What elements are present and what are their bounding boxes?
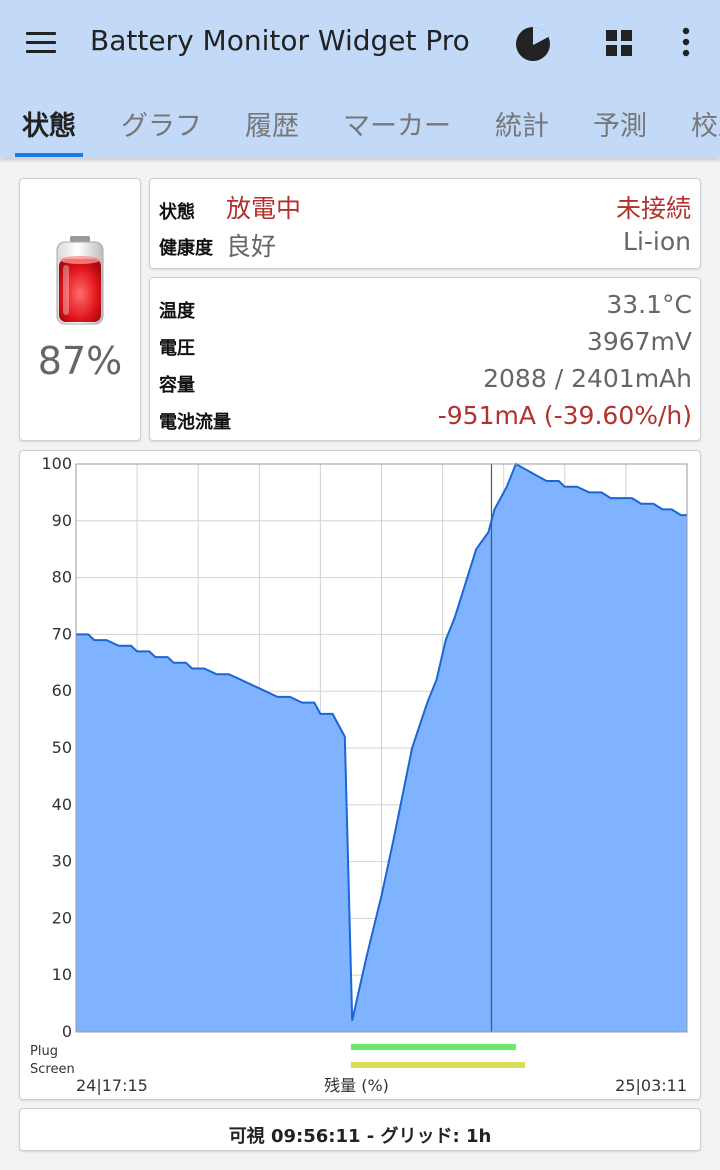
status-card[interactable]: 状態 放電中 未接続 健康度 良好 Li-ion [149, 178, 701, 269]
y-tick-label: 10 [52, 965, 72, 984]
tab-stats[interactable]: 統計 [495, 104, 549, 143]
more-vert-icon[interactable] [666, 22, 706, 62]
x-start-label: 24|17:15 [76, 1076, 148, 1095]
y-tick-label: 30 [52, 852, 72, 871]
grid-icon[interactable] [600, 22, 640, 62]
capacity-value: 2088 / 2401mAh [483, 364, 692, 393]
state-value: 放電中 [226, 194, 302, 223]
details-card[interactable]: 温度 33.1°C 電圧 3967mV 容量 2088 / 2401mAh 電池… [149, 277, 701, 441]
voltage-label: 電圧 [159, 338, 195, 359]
chart-card[interactable]: 100 90 80 70 60 50 40 30 20 10 0 Plug Screen 24|17:15… [19, 450, 701, 1100]
x-end-label: 25|03:11 [615, 1076, 687, 1095]
tab-markers[interactable]: マーカー [343, 104, 451, 143]
y-tick-label: 70 [52, 624, 72, 643]
battery-card[interactable]: 87% [19, 178, 141, 441]
plug-state-value: 未接続 [615, 194, 691, 223]
technology-value: Li-ion [623, 227, 691, 256]
temperature-label: 温度 [159, 301, 195, 322]
capacity-label: 容量 [159, 375, 195, 396]
y-tick-label: 40 [52, 795, 72, 814]
y-tick-label: 90 [52, 511, 72, 530]
tab-history[interactable]: 履歴 [245, 104, 299, 143]
plug-label: Plug [30, 1044, 58, 1059]
current-label: 電池流量 [159, 412, 231, 433]
screen-label: Screen [30, 1062, 75, 1077]
app-bar: Battery Monitor Widget Pro 状態 グラフ 履歴 マーカ… [0, 0, 720, 158]
battery-icon [56, 236, 104, 325]
tab-calibration[interactable]: 校正 [691, 104, 720, 143]
footer-bar[interactable]: 可視 09:56:11 - グリッド: 1h [19, 1108, 701, 1151]
plug-indicator-bar [350, 1044, 516, 1050]
screen-indicator-bar [350, 1062, 526, 1068]
temperature-value: 33.1°C [606, 290, 692, 319]
tab-graph[interactable]: グラフ [121, 104, 202, 143]
app-title: Battery Monitor Widget Pro [90, 24, 470, 57]
footer-text: 可視 09:56:11 - グリッド: 1h [228, 1126, 492, 1147]
state-label: 状態 [159, 202, 195, 223]
tab-status[interactable]: 状態 [22, 104, 76, 143]
y-tick-label: 80 [52, 568, 72, 587]
active-tab-indicator [15, 153, 83, 157]
voltage-value: 3967mV [586, 327, 692, 356]
y-tick-label: 20 [52, 908, 72, 927]
health-value: 良好 [226, 232, 277, 261]
health-label: 健康度 [159, 238, 213, 259]
current-value: -951mA (-39.60%/h) [437, 401, 692, 430]
menu-icon[interactable] [24, 28, 58, 56]
y-tick-label: 60 [52, 681, 72, 700]
battery-percent: 87% [37, 339, 123, 383]
tab-forecast[interactable]: 予測 [593, 104, 647, 143]
x-axis-label: 残量 (%) [324, 1076, 389, 1095]
y-tick-label: 0 [62, 1022, 72, 1041]
battery-level-chart[interactable]: 1009080706050403020100PlugScreen24|17:15… [20, 451, 700, 1099]
y-tick-label: 100 [41, 454, 72, 473]
y-tick-label: 50 [52, 738, 72, 757]
tab-bar: 状態 グラフ 履歴 マーカー 統計 予測 校正 [0, 96, 720, 158]
pie-chart-icon[interactable] [513, 22, 553, 62]
